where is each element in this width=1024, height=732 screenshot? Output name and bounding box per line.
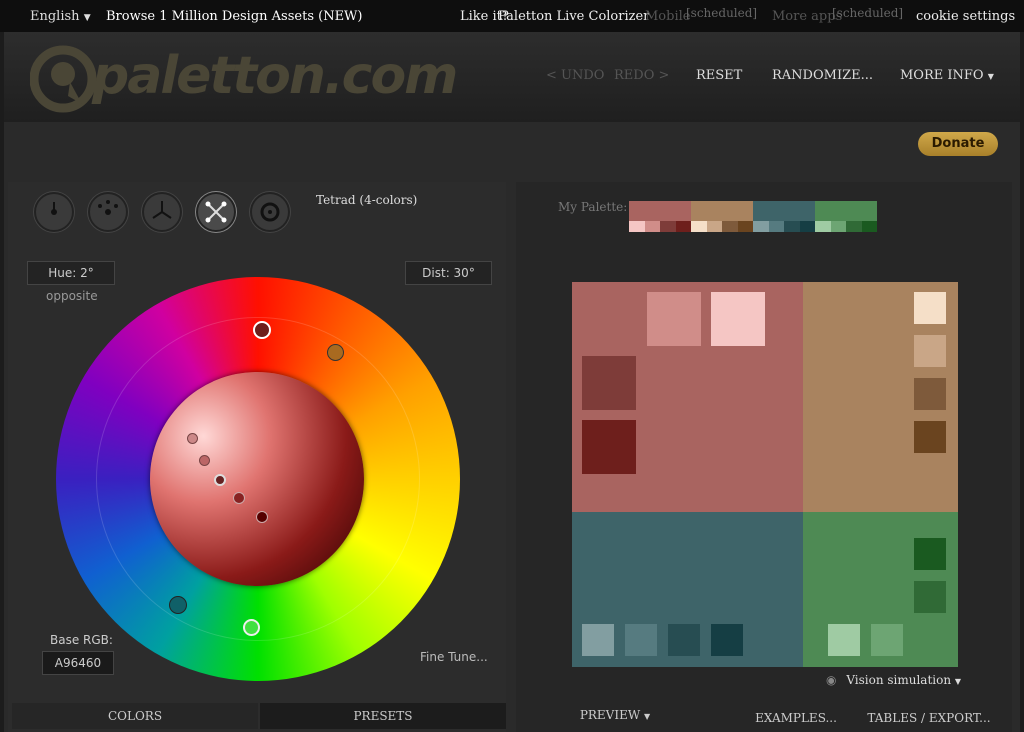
mobile-badge: [scheduled] bbox=[686, 6, 758, 20]
teal-shade-swatch[interactable] bbox=[668, 624, 700, 656]
tetrad-scheme-button[interactable] bbox=[196, 192, 236, 232]
adjacent-icon bbox=[98, 200, 118, 215]
caret-down-icon: ▼ bbox=[83, 13, 91, 23]
palette-shade-swatch bbox=[861, 221, 877, 232]
logo-icon bbox=[30, 45, 97, 113]
vision-simulation-button[interactable]: ◉ Vision simulation ▼ bbox=[826, 673, 961, 687]
more-info-button[interactable]: MORE INFO ▼ bbox=[900, 68, 994, 83]
palette-shade-swatch bbox=[846, 221, 862, 232]
green-shade-swatch[interactable] bbox=[914, 581, 946, 613]
tan-shade-swatch[interactable] bbox=[914, 378, 946, 410]
tab-examples[interactable]: EXAMPLES... bbox=[740, 705, 852, 731]
palette-shade-swatch bbox=[753, 221, 769, 232]
randomize-button[interactable]: RANDOMIZE... bbox=[772, 68, 873, 83]
palette-main-tan bbox=[691, 201, 753, 221]
triad-scheme-button[interactable] bbox=[142, 192, 182, 232]
paletton-logo[interactable]: paletton.com bbox=[30, 44, 458, 114]
cookie-settings-link[interactable]: cookie settings bbox=[916, 9, 1015, 24]
palette-shade-swatch bbox=[799, 221, 815, 232]
tab-preview-label: PREVIEW bbox=[579, 708, 641, 722]
my-palette[interactable] bbox=[629, 201, 877, 232]
fine-tune-link[interactable]: Fine Tune... bbox=[420, 650, 488, 664]
scheme-label: Tetrad (4-colors) bbox=[316, 193, 418, 207]
more-apps-badge: [scheduled] bbox=[832, 6, 904, 20]
shade-point[interactable] bbox=[199, 455, 210, 466]
browse-link[interactable]: Browse 1 Million Design Assets (NEW) bbox=[106, 9, 363, 24]
base-rgb-label: Base RGB: bbox=[50, 633, 113, 647]
tab-colors[interactable]: COLORS bbox=[12, 703, 258, 729]
colorizer-link[interactable]: Paletton Live Colorizer bbox=[498, 9, 649, 24]
base-rgb-input[interactable]: A96460 bbox=[42, 651, 114, 675]
red-shade-swatch[interactable] bbox=[647, 292, 701, 346]
tetrad-handle-teal[interactable] bbox=[169, 596, 187, 614]
tan-shade-swatch[interactable] bbox=[914, 335, 946, 367]
palette-shade-swatch bbox=[660, 221, 676, 232]
caret-down-icon: ▼ bbox=[954, 677, 962, 686]
donate-button[interactable]: Donate bbox=[918, 132, 998, 156]
hue-field[interactable]: Hue: 2° bbox=[27, 261, 115, 285]
tan-shade-swatch[interactable] bbox=[914, 421, 946, 453]
eye-icon: ◉ bbox=[826, 673, 837, 687]
tab-tables-export[interactable]: TABLES / EXPORT... bbox=[862, 705, 996, 731]
mono-icon bbox=[51, 202, 57, 215]
distance-field[interactable]: Dist: 30° bbox=[405, 261, 492, 285]
teal-shade-swatch[interactable] bbox=[582, 624, 614, 656]
caret-down-icon: ▼ bbox=[987, 72, 994, 81]
base-color-handle[interactable] bbox=[253, 321, 271, 339]
tab-preview[interactable]: PREVIEW ▼ bbox=[518, 702, 712, 728]
teal-shade-swatch[interactable] bbox=[711, 624, 743, 656]
shade-circle[interactable] bbox=[150, 372, 364, 586]
tab-presets[interactable]: PRESETS bbox=[260, 703, 506, 729]
more-info-label: MORE INFO bbox=[900, 68, 984, 83]
tetrad-handle-green[interactable] bbox=[243, 619, 260, 636]
palette-main-red bbox=[629, 201, 691, 221]
palette-main-green bbox=[815, 201, 877, 221]
palette-shade-swatch bbox=[675, 221, 691, 232]
tetrad-icon bbox=[205, 201, 227, 223]
vision-simulation-label: Vision simulation bbox=[846, 673, 952, 687]
top-bar: English ▼ Browse 1 Million Design Assets… bbox=[0, 0, 1024, 32]
adjacent-scheme-button[interactable] bbox=[88, 192, 128, 232]
palette-shade-swatch bbox=[706, 221, 722, 232]
mono-scheme-button[interactable] bbox=[34, 192, 74, 232]
palette-shade-swatch bbox=[830, 221, 846, 232]
free-style-scheme-button[interactable] bbox=[250, 192, 290, 232]
palette-shade-swatch bbox=[737, 221, 753, 232]
palette-main-teal bbox=[753, 201, 815, 221]
reset-button[interactable]: RESET bbox=[696, 68, 742, 83]
palette-shade-swatch bbox=[784, 221, 800, 232]
palette-shade-swatch bbox=[768, 221, 784, 232]
language-select[interactable]: English ▼ bbox=[30, 9, 91, 24]
my-palette-label: My Palette: bbox=[558, 200, 628, 214]
green-shade-swatch[interactable] bbox=[871, 624, 903, 656]
green-shade-swatch[interactable] bbox=[828, 624, 860, 656]
teal-shade-swatch[interactable] bbox=[625, 624, 657, 656]
gear-icon bbox=[260, 202, 280, 222]
hue-mode-label[interactable]: opposite bbox=[46, 289, 98, 303]
red-shade-swatch[interactable] bbox=[711, 292, 765, 346]
tan-shade-swatch[interactable] bbox=[914, 292, 946, 324]
complement-handle[interactable] bbox=[327, 344, 344, 361]
redo-button[interactable]: REDO > bbox=[614, 68, 669, 83]
shade-point-main[interactable] bbox=[214, 474, 226, 486]
palette-shade-swatch bbox=[691, 221, 707, 232]
palette-shade-swatch bbox=[644, 221, 660, 232]
palette-shade-swatch bbox=[629, 221, 645, 232]
shade-point[interactable] bbox=[233, 492, 245, 504]
shade-point[interactable] bbox=[187, 433, 198, 444]
red-shade-swatch[interactable] bbox=[582, 356, 636, 410]
green-shade-swatch[interactable] bbox=[914, 538, 946, 570]
caret-down-icon: ▼ bbox=[644, 712, 651, 721]
shade-point[interactable] bbox=[256, 511, 268, 523]
red-shade-swatch[interactable] bbox=[582, 420, 636, 474]
triad-icon bbox=[152, 201, 172, 219]
header: paletton.com < UNDO REDO > RESET RANDOMI… bbox=[4, 32, 1020, 122]
preview-canvas bbox=[572, 282, 958, 667]
palette-shade-swatch bbox=[815, 221, 831, 232]
mobile-link[interactable]: Mobile bbox=[645, 9, 690, 24]
palette-shade-swatch bbox=[722, 221, 738, 232]
logo-text: paletton.com bbox=[92, 46, 458, 106]
undo-button[interactable]: < UNDO bbox=[546, 68, 604, 83]
